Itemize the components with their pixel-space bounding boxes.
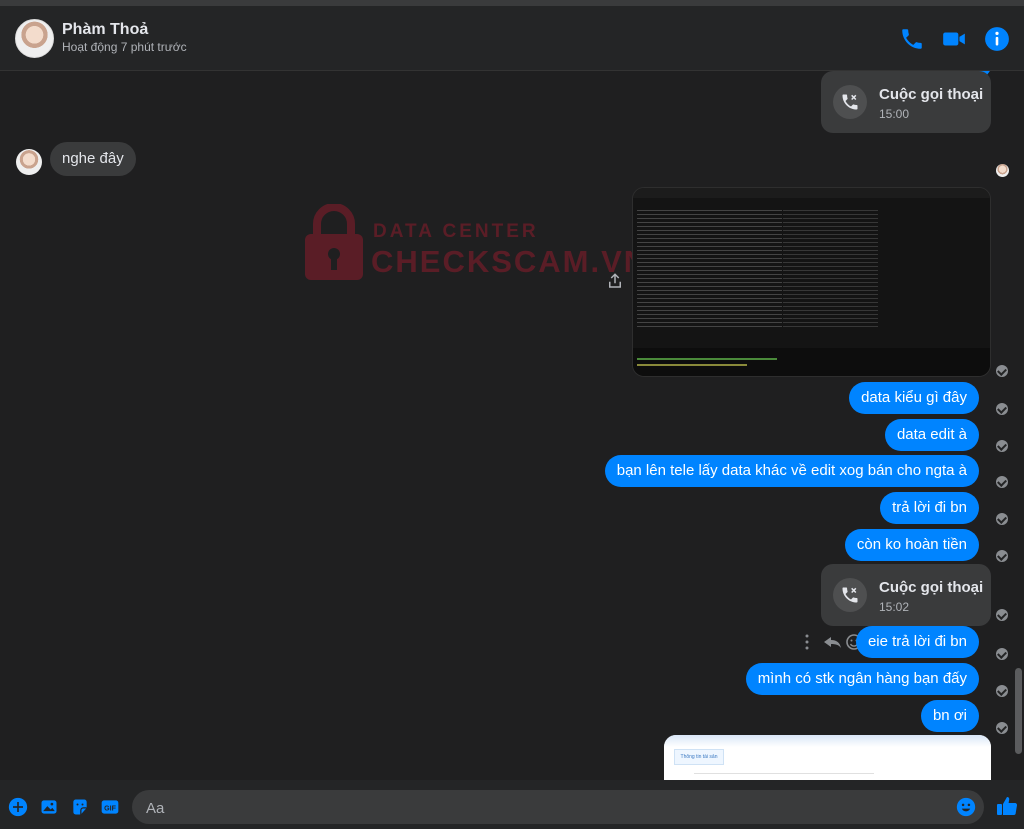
sent-check-icon xyxy=(996,648,1008,660)
image-content xyxy=(633,348,990,376)
call-card[interactable]: Cuộc gọi thoại 15:00 xyxy=(821,71,991,133)
emoji-icon[interactable] xyxy=(956,797,976,817)
sent-check-icon xyxy=(996,685,1008,697)
thumbs-up-icon[interactable] xyxy=(995,794,1019,818)
call-title: Cuộc gọi thoại xyxy=(879,579,984,596)
svg-text:GIF: GIF xyxy=(104,804,116,812)
message-input-box[interactable] xyxy=(132,790,984,826)
image-content xyxy=(637,210,782,330)
image-content xyxy=(783,210,878,330)
plus-circle-icon[interactable] xyxy=(8,797,28,817)
outgoing-message[interactable]: data kiểu gì đây xyxy=(849,382,979,414)
call-card[interactable]: Cuộc gọi thoại 15:02 xyxy=(821,564,991,626)
call-time: 15:02 xyxy=(879,600,910,614)
sender-avatar[interactable] xyxy=(16,149,42,175)
incoming-message[interactable]: nghe đây xyxy=(50,142,136,176)
lock-icon xyxy=(305,204,363,280)
outgoing-message[interactable]: trả lời đi bn xyxy=(880,492,979,524)
info-icon[interactable] xyxy=(984,26,1010,52)
phone-icon[interactable] xyxy=(899,26,925,52)
reply-icon xyxy=(824,637,841,648)
sent-check-icon xyxy=(996,403,1008,415)
scrollbar-thumb[interactable] xyxy=(1015,668,1022,754)
gif-icon[interactable]: GIF xyxy=(100,797,120,817)
outgoing-message[interactable]: bn ơi xyxy=(920,700,979,732)
missed-call-icon xyxy=(833,85,867,119)
contact-avatar[interactable] xyxy=(15,19,54,58)
sent-check-icon xyxy=(996,513,1008,525)
sent-check-icon xyxy=(996,722,1008,734)
share-icon[interactable] xyxy=(606,272,624,290)
asset-info-tab: Thông tin tài sản xyxy=(674,749,724,765)
image-attachment[interactable] xyxy=(632,187,991,377)
read-receipt-avatar xyxy=(996,164,1009,177)
watermark-subtitle: DATA CENTER xyxy=(373,221,539,242)
call-title: Cuộc gọi thoại xyxy=(879,86,984,103)
message-composer: GIF xyxy=(0,780,1024,829)
image-content xyxy=(664,735,991,747)
sent-check-icon xyxy=(996,476,1008,488)
outgoing-message[interactable]: eie trả lời đi bn xyxy=(855,626,979,658)
image-content xyxy=(694,773,874,774)
sent-check-icon xyxy=(996,440,1008,452)
image-attachment-preview[interactable]: Thông tin tài sản xyxy=(664,735,991,780)
sent-check-icon xyxy=(996,609,1008,621)
image-content xyxy=(633,188,990,198)
sent-check-icon xyxy=(996,365,1008,377)
contact-active-status: Hoạt động 7 phút trước xyxy=(62,40,187,54)
call-time: 15:00 xyxy=(879,107,910,121)
contact-name[interactable]: Phàm Thoả xyxy=(62,21,148,39)
image-icon[interactable] xyxy=(39,797,59,817)
outgoing-message[interactable]: bạn lên tele lấy data khác về edit xog b… xyxy=(604,455,979,487)
conversation-header: Phàm Thoả Hoạt động 7 phút trước xyxy=(0,6,1024,71)
outgoing-message[interactable]: data edit à xyxy=(884,419,979,451)
more-options-icon xyxy=(805,634,809,650)
missed-call-icon xyxy=(833,578,867,612)
image-content xyxy=(637,358,777,360)
message-input[interactable] xyxy=(144,790,948,826)
sent-check-icon xyxy=(996,550,1008,562)
outgoing-message[interactable]: mình có stk ngân hàng bạn đấy xyxy=(745,663,979,695)
video-camera-icon[interactable] xyxy=(941,26,967,52)
sticker-icon[interactable] xyxy=(70,797,90,817)
image-content xyxy=(637,364,747,366)
outgoing-message[interactable]: còn ko hoàn tiền xyxy=(844,529,979,561)
message-thread[interactable]: Cuộc gọi thoại 15:00 nghe đây DATA CENTE… xyxy=(0,71,1012,780)
watermark: DATA CENTER CHECKSCAM.VN xyxy=(305,204,646,284)
